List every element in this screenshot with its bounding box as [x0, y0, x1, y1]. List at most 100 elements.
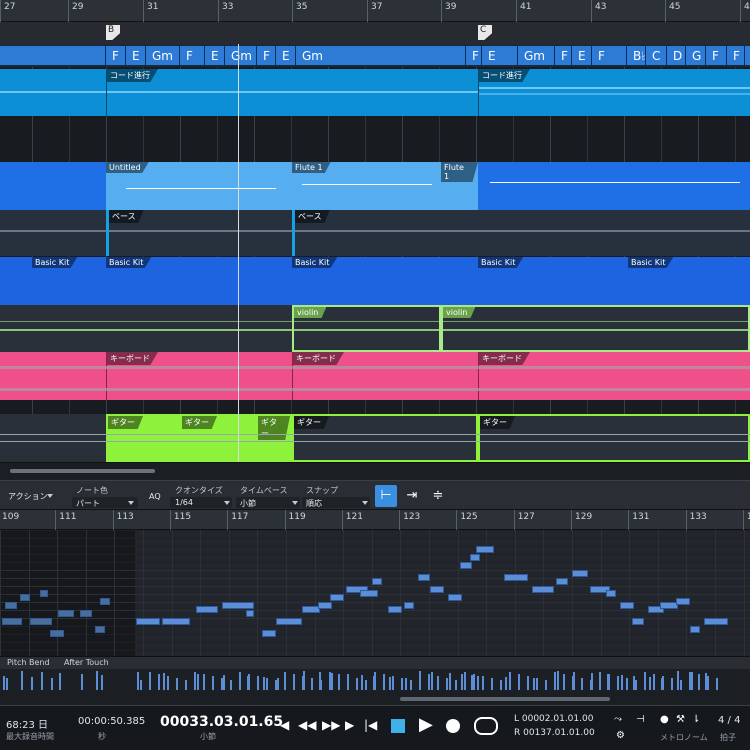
fast-forward-icon[interactable]: ▶▶ — [322, 718, 340, 732]
velocity-bar[interactable] — [461, 674, 463, 690]
midi-note[interactable] — [372, 578, 382, 585]
velocity-bar[interactable] — [491, 678, 493, 690]
midi-note[interactable] — [80, 610, 92, 617]
midi-note[interactable] — [318, 602, 332, 609]
velocity-bar[interactable] — [221, 678, 223, 690]
velocity-bar[interactable] — [356, 678, 358, 690]
velocity-bar[interactable] — [284, 672, 286, 690]
chord-event[interactable]: F — [466, 46, 482, 65]
clip-flute-1[interactable]: Flute 1 — [292, 162, 441, 210]
velocity-bar[interactable] — [266, 678, 268, 690]
loop-button[interactable] — [474, 717, 498, 735]
velocity-bar[interactable] — [644, 672, 646, 690]
velocity-bar[interactable] — [197, 674, 199, 690]
velocity-bar[interactable] — [431, 672, 433, 690]
clip-guitar-3[interactable]: ギター — [256, 414, 292, 462]
tab-pitch-bend[interactable]: Pitch Bend — [7, 658, 50, 667]
velocity-bar[interactable] — [167, 676, 169, 690]
rewind-icon[interactable]: ◀◀ — [298, 718, 316, 732]
velocity-bar[interactable] — [347, 676, 349, 690]
velocity-bar[interactable] — [361, 675, 363, 690]
clip-bass-1[interactable]: ベース — [106, 210, 292, 256]
scroll-thumb[interactable] — [400, 697, 610, 701]
velocity-bar[interactable] — [545, 680, 547, 690]
velocity-bar[interactable] — [331, 673, 333, 690]
velocity-bar[interactable] — [101, 675, 103, 690]
tab-after-touch[interactable]: After Touch — [64, 658, 109, 667]
velocity-bar[interactable] — [557, 671, 559, 690]
velocity-bar[interactable] — [649, 677, 651, 690]
position-display[interactable]: 00033.03.01.65 — [160, 714, 283, 730]
velocity-bar[interactable] — [212, 676, 214, 690]
chord-event[interactable]: D — [667, 46, 686, 65]
metronome-dot-icon[interactable]: ● — [660, 714, 669, 725]
marker-b[interactable]: B — [106, 25, 120, 40]
midi-note[interactable] — [5, 602, 17, 609]
keyboard-track[interactable]: キーボード キーボード キーボード — [0, 352, 750, 400]
forward-end-icon[interactable]: ▶ — [345, 718, 354, 732]
chord-event[interactable]: A — [745, 46, 750, 65]
velocity-bar[interactable] — [338, 674, 340, 690]
record-button[interactable] — [446, 719, 460, 733]
clip-kit-4[interactable]: Basic Kit — [478, 257, 628, 305]
midi-note[interactable] — [556, 578, 568, 585]
midi-note[interactable] — [50, 630, 64, 637]
velocity-bar[interactable] — [392, 676, 394, 690]
midi-note[interactable] — [222, 602, 254, 609]
timeline-ruler[interactable]: 27 29 31 33 35 37 39 41 43 45 47 — [0, 0, 750, 22]
midi-note[interactable] — [100, 598, 110, 605]
chord-event[interactable]: E — [126, 46, 146, 65]
clip-keyboard-3[interactable]: キーボード — [478, 352, 750, 400]
midi-note[interactable] — [58, 610, 74, 617]
arrange-scrollbar[interactable] — [0, 462, 750, 480]
velocity-lane[interactable] — [0, 669, 750, 693]
chord-event[interactable]: Gm — [146, 46, 180, 65]
velocity-bar[interactable] — [428, 674, 430, 690]
editor-scrollbar[interactable] — [0, 693, 750, 705]
chord-event[interactable]: E — [205, 46, 225, 65]
midi-note[interactable] — [676, 598, 690, 605]
velocity-bar[interactable] — [554, 672, 556, 690]
chord-event[interactable]: F — [727, 46, 745, 65]
velocity-bar[interactable] — [617, 676, 619, 690]
chord-event[interactable]: Gm — [296, 46, 466, 65]
midi-note[interactable] — [470, 554, 480, 561]
snap-options-button[interactable]: ≑ — [427, 485, 449, 507]
chord-event[interactable] — [0, 46, 106, 65]
velocity-bar[interactable] — [608, 674, 610, 690]
midi-note[interactable] — [620, 602, 634, 609]
clip-bass-2[interactable]: ベース — [292, 210, 750, 256]
velocity-bar[interactable] — [401, 678, 403, 690]
midi-note[interactable] — [418, 574, 430, 581]
velocity-bar[interactable] — [653, 674, 655, 690]
velocity-bar[interactable] — [329, 672, 331, 690]
midi-note[interactable] — [30, 618, 52, 625]
midi-note[interactable] — [276, 618, 302, 625]
midi-note[interactable] — [476, 546, 494, 553]
velocity-bar[interactable] — [500, 680, 502, 690]
clip-kit-1[interactable]: Basic Kit — [32, 257, 106, 305]
aq-button[interactable]: AQ — [149, 492, 161, 501]
velocity-bar[interactable] — [140, 680, 142, 690]
velocity-bar[interactable] — [505, 677, 507, 690]
velocity-bar[interactable] — [482, 676, 484, 690]
piano-roll[interactable] — [0, 530, 750, 656]
snap-to-event-button[interactable]: ⇥ — [401, 485, 423, 507]
chord-event[interactable]: C — [646, 46, 667, 65]
midi-note[interactable] — [2, 618, 22, 625]
midi-note[interactable] — [632, 618, 644, 625]
velocity-bar[interactable] — [599, 672, 601, 690]
velocity-bar[interactable] — [203, 674, 205, 690]
midi-note[interactable] — [388, 606, 402, 613]
velocity-bar[interactable] — [509, 672, 511, 690]
loop-left-locator[interactable]: L 00002.01.01.00 — [514, 714, 593, 724]
velocity-bar[interactable] — [477, 676, 479, 690]
midi-note[interactable] — [246, 610, 254, 617]
velocity-bar[interactable] — [446, 678, 448, 690]
rewind-start-icon[interactable]: ◀ — [280, 718, 289, 732]
velocity-bar[interactable] — [6, 678, 8, 690]
velocity-bar[interactable] — [223, 675, 225, 690]
velocity-bar[interactable] — [680, 680, 682, 690]
violin-track[interactable]: violin violin — [0, 305, 750, 352]
velocity-bar[interactable] — [405, 678, 407, 690]
